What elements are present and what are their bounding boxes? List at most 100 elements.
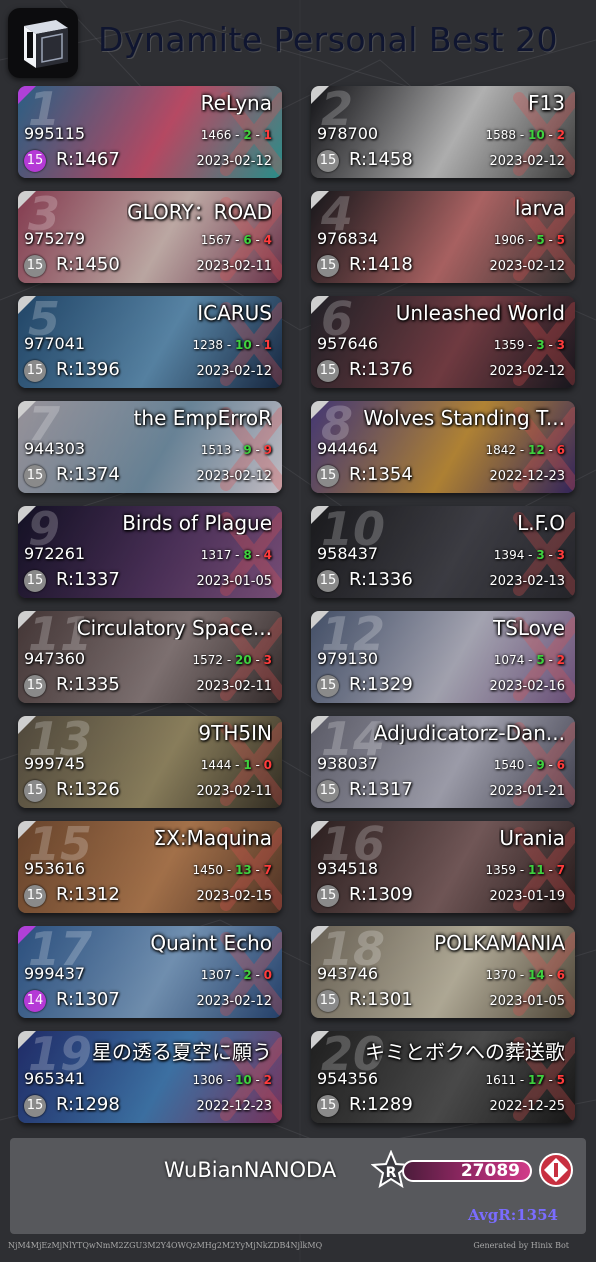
song-card: 5 ICARUS 977041 1238 - 10 - 1 15 R:1396 2023-0… [18,296,282,388]
level-badge: 15 [24,255,46,277]
separator: - [516,968,528,982]
separator: - [524,758,537,772]
song-rating: R:1337 [56,569,120,590]
miss-count: 5 [556,1073,565,1087]
perfect-count: 1394 [493,548,525,562]
separator: - [231,548,244,562]
song-title: ICARUS [197,301,272,325]
song-card: 8 Wolves Standing T... 944464 1842 - 12 - 6… [311,401,575,493]
separator: - [223,653,235,667]
good-count: 6 [243,233,252,247]
separator: - [251,443,264,457]
miss-count: 7 [556,863,565,877]
good-count: 9 [243,443,252,457]
song-card: 2 F13 978700 1588 - 10 - 2 15 R:1458 2023-02-1… [311,86,575,178]
separator: - [251,548,264,562]
level-badge: 15 [317,990,339,1012]
song-rating: R:1298 [56,1094,120,1115]
miss-count: 3 [263,653,272,667]
good-count: 13 [234,863,252,877]
judgement-stats: 1906 - 5 - 5 [494,233,565,247]
song-title: Birds of Plague [122,511,272,535]
separator: - [524,653,537,667]
song-rating: R:1396 [56,359,120,380]
separator: - [223,338,235,352]
score: 976834 [317,229,379,248]
score: 999745 [24,754,86,773]
cube-logo-icon [8,8,78,78]
separator: - [251,653,264,667]
play-date: 2023-02-12 [489,364,565,379]
song-rating: R:1374 [56,464,120,485]
level-badge: 15 [317,255,339,277]
play-date: 2023-02-16 [489,679,565,694]
song-rating: R:1289 [349,1094,413,1115]
play-date: 2023-01-19 [489,889,565,904]
song-card: 11 Circulatory Space... 947360 1572 - 20 - … [18,611,282,703]
good-count: 10 [234,338,252,352]
song-rating: R:1458 [349,149,413,170]
perfect-count: 1842 [485,443,516,457]
good-count: 14 [527,968,545,982]
perfect-count: 1572 [192,653,223,667]
level-badge: 15 [24,885,46,907]
play-date: 2023-02-11 [196,259,272,274]
level-badge: 15 [24,570,46,592]
score: 944464 [317,439,379,458]
judgement-stats: 1572 - 20 - 3 [192,653,272,667]
score: 953616 [24,859,86,878]
song-card: 13 9TH5IN 999745 1444 - 1 - 0 15 R:1326 2023-0… [18,716,282,808]
judgement-stats: 1450 - 13 - 7 [192,863,272,877]
good-count: 2 [243,968,252,982]
play-date: 2023-02-12 [196,469,272,484]
good-count: 11 [527,863,545,877]
song-title: larva [514,196,565,220]
score: 947360 [24,649,86,668]
level-badge: 15 [24,780,46,802]
separator: - [544,233,557,247]
page-title: Dynamite Personal Best 20 [98,20,558,59]
judgement-stats: 1540 - 9 - 6 [494,758,565,772]
separator: - [231,758,244,772]
song-card: 10 L.F.O 958437 1394 - 3 - 3 15 R:1336 2023-02… [311,506,575,598]
separator: - [251,233,264,247]
miss-count: 9 [263,443,272,457]
song-title: 星の透る夏空に願う [92,1040,272,1064]
header: Dynamite Personal Best 20 [0,0,596,84]
separator: - [251,863,264,877]
play-date: 2022-12-23 [196,1099,272,1114]
song-rating: R:1329 [349,674,413,695]
good-count: 10 [527,128,545,142]
play-date: 2023-02-12 [196,364,272,379]
play-date: 2023-02-11 [196,679,272,694]
perfect-count: 1317 [200,548,232,562]
song-title: Unleashed World [395,301,565,325]
separator: - [524,338,537,352]
song-card: 15 ΣX:Maquina 953616 1450 - 13 - 7 15 R:1312 2… [18,821,282,913]
separator: - [251,128,264,142]
song-title: L.F.O [517,511,565,535]
perfect-count: 1359 [485,863,516,877]
level-badge: 15 [24,465,46,487]
score: 938037 [317,754,379,773]
player-summary-panel: WuBianNANODA R 27089 AvgR:1354 [10,1138,586,1234]
good-count: 5 [536,653,545,667]
level-badge: 15 [317,675,339,697]
level-badge: 15 [317,885,339,907]
song-rating: R:1312 [56,884,120,905]
song-card: 1 ReLyna 995115 1466 - 2 - 1 15 R:1467 2023-02… [18,86,282,178]
good-count: 10 [234,1073,252,1087]
song-card: 16 Urania 934518 1359 - 11 - 7 15 R:1309 2023-… [311,821,575,913]
generator-credit: Generated by Hinix Bot [473,1241,569,1250]
song-rating: R:1354 [349,464,413,485]
perfect-count: 1513 [200,443,232,457]
song-card: 6 Unleashed World 957646 1359 - 3 - 3 15 R:13… [311,296,575,388]
record-hash: NjM4MjEzMjNlYTQwNmM2ZGU3M2Y4OWQzMHg2M2Yy… [8,1241,323,1250]
separator: - [223,1073,235,1087]
separator: - [524,548,537,562]
miss-count: 1 [263,338,272,352]
judgement-stats: 1513 - 9 - 9 [201,443,272,457]
song-rating: R:1317 [349,779,413,800]
level-badge: 14 [24,990,46,1012]
good-count: 17 [527,1073,545,1087]
